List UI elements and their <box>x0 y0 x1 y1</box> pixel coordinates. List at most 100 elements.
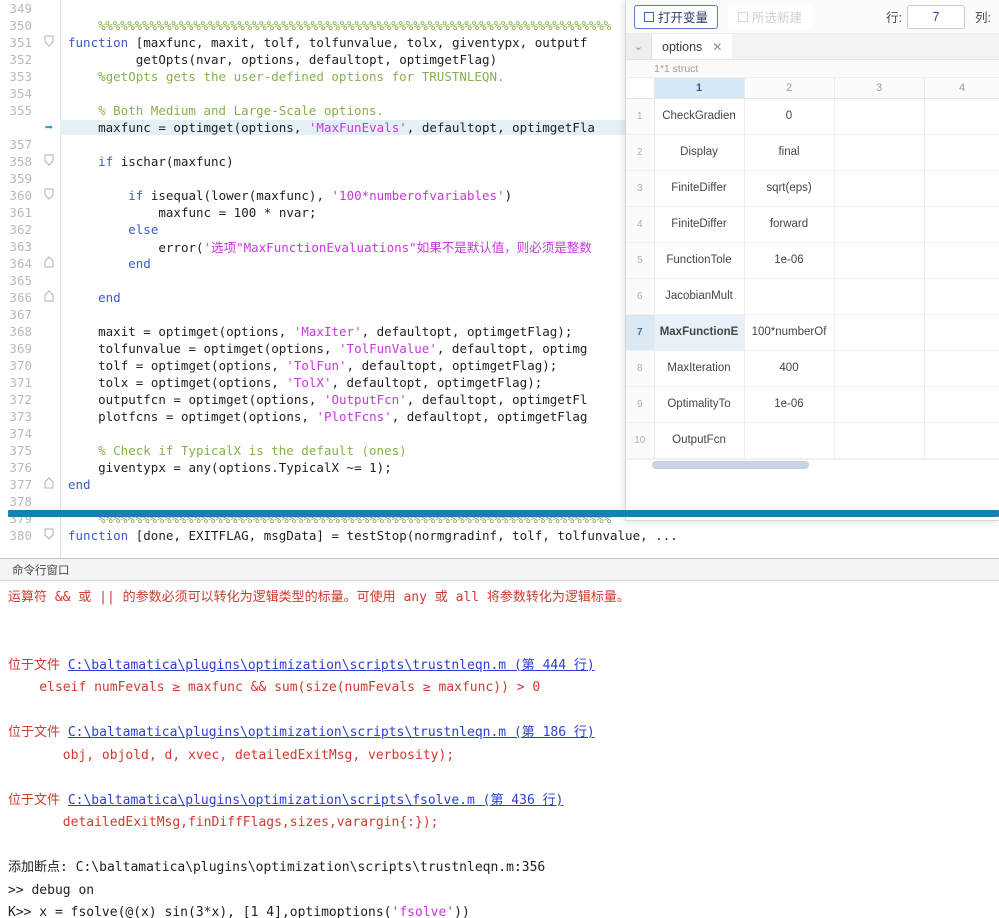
column-header-2[interactable]: 2 <box>744 78 834 98</box>
line-number: 359 <box>0 171 38 186</box>
row-header[interactable]: 5 <box>626 242 654 278</box>
grid-cell[interactable] <box>924 350 999 386</box>
file-link[interactable]: C:\baltamatica\plugins\optimization\scri… <box>68 793 564 808</box>
grid-cell[interactable]: final <box>744 134 834 170</box>
line-number: 368 <box>0 324 38 339</box>
file-link[interactable]: C:\baltamatica\plugins\optimization\scri… <box>68 725 595 740</box>
grid-cell[interactable]: 0 <box>744 98 834 134</box>
variable-grid-hscrollbar[interactable] <box>626 459 999 470</box>
close-icon[interactable]: ✕ <box>712 40 722 54</box>
fold-open-icon[interactable] <box>38 35 60 50</box>
grid-cell[interactable]: MaxFunctionE <box>654 314 744 350</box>
grid-cell[interactable] <box>834 134 924 170</box>
variable-tab-options[interactable]: options ✕ <box>652 34 732 59</box>
row-input[interactable] <box>907 5 965 29</box>
grid-cell[interactable] <box>924 242 999 278</box>
fold-open-icon[interactable] <box>38 188 60 203</box>
grid-cell[interactable] <box>924 278 999 314</box>
grid-cell[interactable] <box>924 170 999 206</box>
table-row[interactable]: 10OutputFcn <box>626 422 999 458</box>
grid-cell[interactable]: OutputFcn <box>654 422 744 458</box>
table-row[interactable]: 5FunctionTole1e-06 <box>626 242 999 278</box>
grid-cell[interactable]: FunctionTole <box>654 242 744 278</box>
grid-cell[interactable]: JacobianMult <box>654 278 744 314</box>
table-row[interactable]: 9OptimalityTo1e-06 <box>626 386 999 422</box>
grid-cell[interactable]: MaxIteration <box>654 350 744 386</box>
table-row[interactable]: 4FiniteDifferforward <box>626 206 999 242</box>
fold-open-icon[interactable] <box>38 154 60 169</box>
row-header[interactable]: 9 <box>626 386 654 422</box>
variable-grid-body[interactable]: 1CheckGradien02Displayfinal3FiniteDiffer… <box>626 98 999 458</box>
grid-cell[interactable] <box>924 422 999 458</box>
table-row[interactable]: 6JacobianMult <box>626 278 999 314</box>
fold-close-icon[interactable] <box>38 256 60 271</box>
fold-close-icon[interactable] <box>38 477 60 492</box>
row-header[interactable]: 7 <box>626 314 654 350</box>
grid-cell[interactable] <box>924 206 999 242</box>
grid-cell[interactable]: CheckGradien <box>654 98 744 134</box>
command-window-output[interactable]: 运算符 && 或 || 的参数必须可以转化为逻辑类型的标量。可使用 any 或 … <box>0 581 999 918</box>
table-row[interactable]: 2Displayfinal <box>626 134 999 170</box>
grid-cell[interactable] <box>834 422 924 458</box>
column-header-3[interactable]: 3 <box>834 78 924 98</box>
grid-cell[interactable] <box>924 314 999 350</box>
column-header-4[interactable]: 4 <box>924 78 999 98</box>
row-header[interactable]: 10 <box>626 422 654 458</box>
table-row[interactable]: 7MaxFunctionE100*numberOf <box>626 314 999 350</box>
column-header-1[interactable]: 1 <box>654 78 744 98</box>
error-prefix: 位于文件 <box>8 658 68 673</box>
row-label: 行: <box>886 7 902 26</box>
grid-cell[interactable] <box>834 314 924 350</box>
grid-cell[interactable]: FiniteDiffer <box>654 206 744 242</box>
grid-cell[interactable] <box>924 134 999 170</box>
grid-cell[interactable] <box>924 98 999 134</box>
chevron-down-icon[interactable]: ⌄ <box>626 34 652 59</box>
new-from-selection-button[interactable]: 所选新建 <box>728 5 812 29</box>
grid-cell[interactable] <box>744 278 834 314</box>
open-variable-button[interactable]: 打开变量 <box>634 5 718 29</box>
row-header[interactable]: 1 <box>626 98 654 134</box>
scrollbar-thumb[interactable] <box>652 461 809 469</box>
line-number: 355 <box>0 103 38 118</box>
grid-cell[interactable] <box>834 98 924 134</box>
line-number: 357 <box>0 137 38 152</box>
grid-cell[interactable] <box>924 386 999 422</box>
fold-open-icon[interactable] <box>38 528 60 543</box>
grid-cell[interactable] <box>834 386 924 422</box>
variable-editor-panel[interactable]: 打开变量 所选新建 行: 列: ⌄ options ✕ 1*1 struct <box>625 0 999 521</box>
grid-cell[interactable]: 400 <box>744 350 834 386</box>
fold-close-icon[interactable] <box>38 290 60 305</box>
grid-cell[interactable] <box>834 206 924 242</box>
grid-cell[interactable]: forward <box>744 206 834 242</box>
table-row[interactable]: 8MaxIteration400 <box>626 350 999 386</box>
grid-cell[interactable] <box>834 278 924 314</box>
grid-cell[interactable]: Display <box>654 134 744 170</box>
line-number: 380 <box>0 528 38 543</box>
grid-cell[interactable]: FiniteDiffer <box>654 170 744 206</box>
baltamatica-window: 349 350 %%%%%%%%%%%%%%%%%%%%%%%%%%%%%%%%… <box>0 0 999 918</box>
grid-cell[interactable]: 1e-06 <box>744 242 834 278</box>
grid-cell[interactable] <box>834 350 924 386</box>
code-line[interactable]: 380function [done, EXITFLAG, msgData] = … <box>0 527 999 544</box>
grid-cell[interactable] <box>744 422 834 458</box>
row-header[interactable]: 6 <box>626 278 654 314</box>
grid-cell[interactable]: 100*numberOf <box>744 314 834 350</box>
grid-cell[interactable] <box>834 170 924 206</box>
table-row[interactable]: 1CheckGradien0 <box>626 98 999 134</box>
grid-cell[interactable]: 1e-06 <box>744 386 834 422</box>
command-string-literal: 'fsolve' <box>392 905 455 918</box>
command-text: K>> x = fsolve(@(x) sin(3*x), [1 4],opti… <box>8 905 392 918</box>
row-header[interactable]: 4 <box>626 206 654 242</box>
file-link[interactable]: C:\baltamatica\plugins\optimization\scri… <box>68 658 595 673</box>
grid-cell[interactable] <box>834 242 924 278</box>
debug-pointer-icon[interactable]: ➡ <box>38 121 60 135</box>
command-window[interactable]: 命令行窗口 运算符 && 或 || 的参数必须可以转化为逻辑类型的标量。可使用 … <box>0 558 999 918</box>
grid-cell[interactable]: OptimalityTo <box>654 386 744 422</box>
row-header[interactable]: 8 <box>626 350 654 386</box>
line-number: 375 <box>0 443 38 458</box>
row-header[interactable]: 3 <box>626 170 654 206</box>
variable-grid[interactable]: 1234 1CheckGradien02Displayfinal3FiniteD… <box>626 78 999 459</box>
row-header[interactable]: 2 <box>626 134 654 170</box>
table-row[interactable]: 3FiniteDiffersqrt(eps) <box>626 170 999 206</box>
grid-cell[interactable]: sqrt(eps) <box>744 170 834 206</box>
